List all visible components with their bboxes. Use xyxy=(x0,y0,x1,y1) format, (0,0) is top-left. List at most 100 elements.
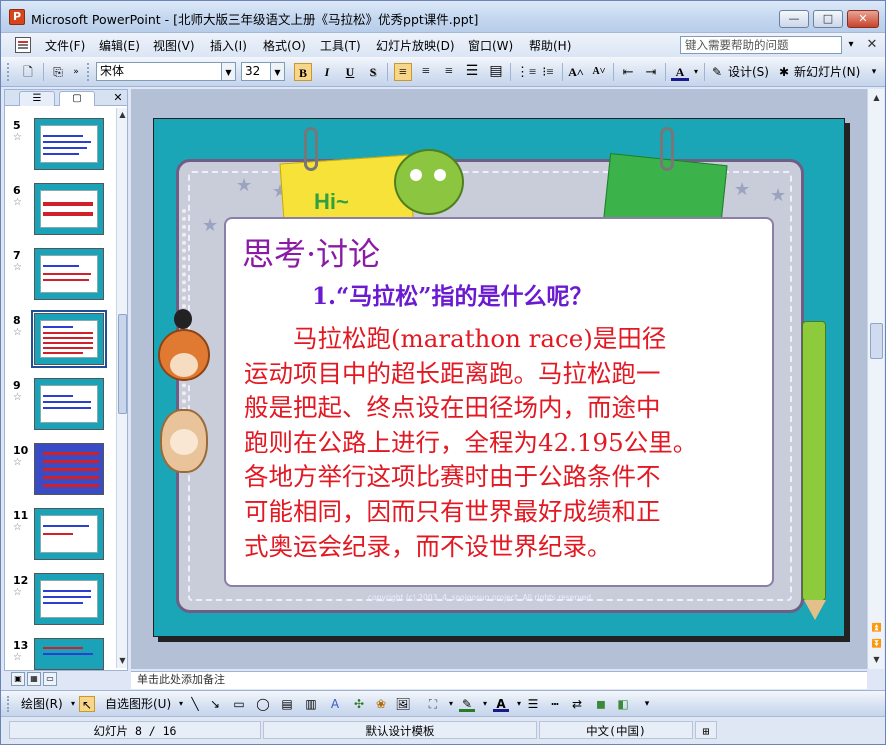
minimize-button[interactable]: — xyxy=(779,10,809,28)
normal-view-icon[interactable]: ▣ xyxy=(11,672,25,686)
next-slide-icon[interactable]: ⏬ xyxy=(870,637,883,651)
design-button[interactable]: 设计(S) xyxy=(728,63,772,81)
menu-window[interactable]: 窗口(W) xyxy=(468,37,513,54)
oval-tool-icon[interactable]: ◯ xyxy=(255,696,271,712)
thumbnail-slide[interactable]: 5 ☆ xyxy=(5,117,113,177)
vertical-textbox-icon[interactable]: ▥ xyxy=(303,696,319,712)
notes-pane[interactable]: 单击此处添加备注 xyxy=(131,671,867,689)
help-search-input[interactable]: 键入需要帮助的问题 xyxy=(680,36,842,54)
menu-insert[interactable]: 插入(I) xyxy=(210,37,247,54)
slideshow-view-icon[interactable]: ▭ xyxy=(43,672,57,686)
thumbnails-scrollbar[interactable]: ▲ ▼ xyxy=(116,108,127,668)
arrow-style-icon[interactable]: ⇄ xyxy=(569,696,585,712)
justify-icon[interactable]: ☰ xyxy=(463,63,481,81)
thumbnail-image[interactable] xyxy=(34,508,104,560)
numbered-list-icon[interactable]: ⋮≡ xyxy=(516,63,536,81)
distribute-icon[interactable]: ▤ xyxy=(487,63,505,81)
line-color-icon[interactable]: ✎ xyxy=(459,696,475,712)
fill-color-dropdown-icon[interactable]: ▾ xyxy=(443,696,459,712)
design-template-name[interactable]: 默认设计模板 xyxy=(263,721,537,739)
toolbar-grip[interactable] xyxy=(7,63,11,81)
document-icon[interactable] xyxy=(15,37,31,53)
autoshapes-button[interactable]: 自选图形(U) xyxy=(105,695,171,713)
select-pointer-icon[interactable]: ↖ xyxy=(79,696,95,712)
scroll-up-icon[interactable]: ▲ xyxy=(116,108,129,122)
scroll-down-icon[interactable]: ▼ xyxy=(870,653,883,667)
powerpoint-app-icon[interactable]: P xyxy=(9,9,25,25)
font-name-field[interactable]: 宋体 xyxy=(96,62,222,81)
decrease-font-size-icon[interactable]: A˅ xyxy=(590,63,608,81)
font-color-icon[interactable]: A xyxy=(671,63,689,81)
bullet-list-icon[interactable]: ⁝≡ xyxy=(539,63,557,81)
slide-scroll-thumb[interactable] xyxy=(870,323,883,359)
toolbar-grip[interactable] xyxy=(87,63,91,81)
thumbnails-scroll-thumb[interactable] xyxy=(118,314,127,414)
thumbnail-image[interactable] xyxy=(34,378,104,430)
spelling-status-icon[interactable]: ⊞ xyxy=(695,721,717,739)
toolbar-overflow-icon[interactable]: ▾ xyxy=(639,696,655,712)
increase-font-size-icon[interactable]: A˄ xyxy=(567,63,585,81)
thumbnail-image[interactable] xyxy=(34,118,104,170)
pane-close-icon[interactable]: ✕ xyxy=(111,90,125,105)
thumbnail-slide[interactable]: 13 ☆ xyxy=(5,637,113,697)
thumbnail-slide-current[interactable]: 8 ☆ xyxy=(5,310,113,372)
toolbar-overflow-icon[interactable]: » xyxy=(69,63,83,81)
copy-icon[interactable]: ⎘ xyxy=(49,63,67,81)
thumbnail-image[interactable] xyxy=(34,248,104,300)
design-icon[interactable]: ✎ xyxy=(709,63,725,81)
menu-format[interactable]: 格式(O) xyxy=(263,37,306,54)
previous-slide-icon[interactable]: ⏫ xyxy=(870,621,883,635)
thumbnail-slide[interactable]: 10 ☆ xyxy=(5,442,113,502)
help-dropdown-icon[interactable]: ▾ xyxy=(844,37,858,53)
slide-body-text[interactable]: 马拉松跑(marathon race)是田径 运动项目中的超长距离跑。马拉松跑一… xyxy=(244,322,804,564)
draw-menu-button[interactable]: 绘图(R) xyxy=(21,695,63,713)
thumbnail-image[interactable] xyxy=(34,638,104,670)
align-right-icon[interactable]: ≡ xyxy=(440,63,458,81)
italic-button[interactable]: I xyxy=(318,63,336,81)
menu-view[interactable]: 视图(V) xyxy=(153,37,195,54)
menu-slideshow[interactable]: 幻灯片放映(D) xyxy=(376,37,455,54)
font-color-icon[interactable]: A xyxy=(493,696,509,712)
increase-indent-icon[interactable]: ⇥ xyxy=(642,63,660,81)
close-button[interactable]: ✕ xyxy=(847,10,879,28)
dash-style-icon[interactable]: ┅ xyxy=(547,696,563,712)
close-document-button[interactable]: ✕ xyxy=(864,37,880,53)
menu-file[interactable]: 文件(F) xyxy=(45,37,85,54)
slides-tab[interactable]: ▢ xyxy=(59,91,95,106)
new-slide-icon[interactable]: ✱ xyxy=(776,63,792,81)
slide-sorter-icon[interactable]: ▦ xyxy=(27,672,41,686)
outline-tab[interactable]: ☰ xyxy=(19,91,55,106)
font-size-field[interactable]: 32 xyxy=(241,62,271,81)
rectangle-tool-icon[interactable]: ▭ xyxy=(231,696,247,712)
toolbar-grip[interactable] xyxy=(7,696,13,712)
align-center-icon[interactable]: ≡ xyxy=(417,63,435,81)
align-left-icon[interactable]: ≡ xyxy=(394,63,412,81)
picture-icon[interactable]: 🖼 xyxy=(395,696,411,712)
thumbnail-slide[interactable]: 6 ☆ xyxy=(5,182,113,242)
scroll-down-icon[interactable]: ▼ xyxy=(116,654,129,668)
slide-question[interactable]: 1.“马拉松”指的是什么呢？ xyxy=(312,277,592,311)
thumbnail-slide[interactable]: 7 ☆ xyxy=(5,247,113,307)
3d-style-icon[interactable]: ◧ xyxy=(615,696,631,712)
diagram-icon[interactable]: ✣ xyxy=(351,696,367,712)
shadow-style-icon[interactable]: ◼ xyxy=(593,696,609,712)
menu-help[interactable]: 帮助(H) xyxy=(529,37,571,54)
fill-color-icon[interactable]: ⛶ xyxy=(425,696,441,712)
slide-title[interactable]: 思考·讨论 xyxy=(242,229,380,275)
font-color-dropdown-icon[interactable]: ▾ xyxy=(691,63,701,81)
thumbnail-slide[interactable]: 9 ☆ xyxy=(5,377,113,437)
shadow-button[interactable]: S xyxy=(364,63,382,81)
textbox-tool-icon[interactable]: ▤ xyxy=(279,696,295,712)
thumbnail-image-selected[interactable] xyxy=(31,310,107,368)
line-color-dropdown-icon[interactable]: ▾ xyxy=(477,696,493,712)
wordart-icon[interactable]: A xyxy=(327,696,343,712)
underline-button[interactable]: U xyxy=(341,63,359,81)
new-slide-button[interactable]: 新幻灯片(N) xyxy=(794,63,864,81)
toolbar-overflow-icon[interactable]: ▾ xyxy=(867,63,881,81)
slide-vertical-scrollbar[interactable]: ▲ ⏫ ⏬ ▼ xyxy=(867,89,884,669)
clipart-icon[interactable]: ❀ xyxy=(373,696,389,712)
scroll-up-icon[interactable]: ▲ xyxy=(870,91,883,105)
decrease-indent-icon[interactable]: ⇤ xyxy=(619,63,637,81)
thumbnail-slide[interactable]: 11 ☆ xyxy=(5,507,113,567)
line-style-icon[interactable]: ☰ xyxy=(525,696,541,712)
